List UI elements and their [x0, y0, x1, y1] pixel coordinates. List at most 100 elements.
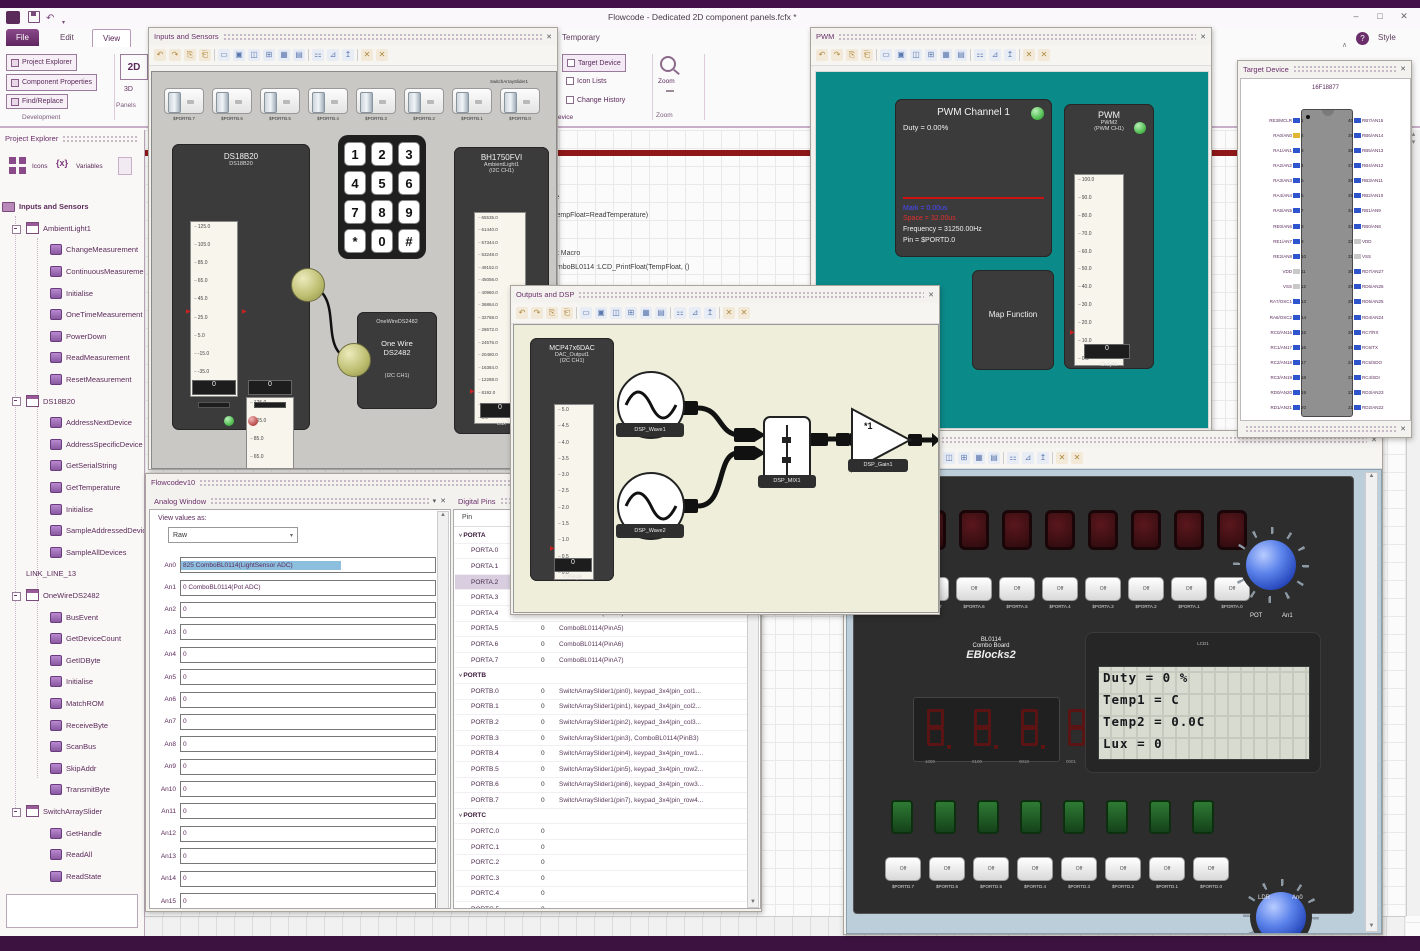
digital-pin-row[interactable]: PORTA.7 0 ComboBL0114(PinA7) — [455, 653, 747, 669]
toolbar-icon[interactable]: ⚏ — [674, 307, 686, 319]
wire-connector[interactable] — [291, 268, 325, 302]
tree-item[interactable]: Initialise — [2, 498, 144, 520]
zoom-icon[interactable] — [660, 56, 676, 72]
off-button[interactable]: Off — [1061, 857, 1097, 881]
analog-value-input[interactable]: 0 — [180, 758, 436, 775]
chip-pin[interactable]: VSS 12 — [1241, 282, 1311, 292]
toolbar-icon[interactable]: ⎘ — [184, 49, 196, 61]
tree-item[interactable]: ReadAll — [2, 844, 144, 866]
icon-lists-toggle[interactable]: Icon Lists — [566, 77, 607, 85]
chip-pin[interactable]: 39 RB6/AN14 — [1343, 130, 1413, 140]
pwm-window-titlebar[interactable]: PWM — [811, 28, 1211, 45]
toolbar-icon[interactable]: ▦ — [973, 452, 985, 464]
project-explorer-button[interactable]: Project Explorer — [6, 54, 77, 71]
green-button[interactable] — [934, 800, 956, 834]
chip-pin[interactable]: RA4/AN4 6 — [1241, 191, 1311, 201]
chip-pin[interactable]: 33 RB0/AN8 — [1343, 221, 1413, 231]
toolbar-icon[interactable]: ▤ — [293, 49, 305, 61]
chip-pin[interactable]: 34 RB1/AN9 — [1343, 206, 1413, 216]
toolbar-icon[interactable]: ✕ — [738, 307, 750, 319]
icon-lists-checkbox[interactable] — [566, 77, 574, 85]
chip-pin[interactable]: RC0/AN16 15 — [1241, 327, 1311, 337]
toolbar-icon[interactable]: ↥ — [1037, 452, 1049, 464]
green-button[interactable] — [891, 800, 913, 834]
tree-item[interactable]: SwitchArraySlider — [2, 801, 144, 823]
digital-pin-row[interactable]: PORTB.7 0 SwitchArraySlider1(pin7), keypad… — [455, 793, 747, 809]
chip-pin[interactable]: 38 RB5/AN13 — [1343, 145, 1413, 155]
toolbar-icon[interactable]: ⚏ — [312, 49, 324, 61]
digital-pin-row[interactable]: PORTC.4 0 — [455, 887, 747, 903]
toolbar-icon[interactable]: ✕ — [1023, 49, 1035, 61]
off-button[interactable]: Off — [1017, 857, 1053, 881]
tree-item[interactable]: Initialise — [2, 671, 144, 693]
close-icon[interactable] — [928, 291, 934, 299]
off-button[interactable]: Off — [956, 577, 992, 601]
toolbar-icon[interactable]: ⎘ — [846, 49, 858, 61]
toolbar-icon[interactable]: ⎘ — [546, 307, 558, 319]
toolbar-icon[interactable]: ▤ — [955, 49, 967, 61]
pwm-slider-scale[interactable]: 100.090.080.070.060.050.040.030.020.010.… — [1074, 174, 1124, 366]
tree-item[interactable]: ReadMeasurement — [2, 347, 144, 369]
chip-pin[interactable]: RD1/AN21 20 — [1241, 403, 1311, 413]
analog-value-input[interactable]: 0 — [180, 893, 436, 908]
green-button[interactable] — [1063, 800, 1085, 834]
toolbar-icon[interactable]: ▦ — [278, 49, 290, 61]
toolbar-icon[interactable]: ⚏ — [1007, 452, 1019, 464]
toolbar-icon[interactable]: ✕ — [361, 49, 373, 61]
app-icon[interactable] — [6, 11, 20, 24]
target-window-titlebar[interactable]: Target Device — [1238, 61, 1411, 77]
chip-pin[interactable]: RA6/OSC2 14 — [1241, 312, 1311, 322]
green-button[interactable] — [977, 800, 999, 834]
toolbar-icon[interactable]: ⎗ — [861, 49, 873, 61]
tree-item[interactable]: Initialise — [2, 282, 144, 304]
off-button[interactable]: Off — [1105, 857, 1141, 881]
analog-window-titlebar[interactable]: Analog Window — [149, 493, 451, 509]
digital-pin-row[interactable]: PORTC.3 0 — [455, 871, 747, 887]
off-button[interactable]: Off — [1128, 577, 1164, 601]
analog-value-input[interactable]: 0 ComboBL0114(Pot ADC) — [180, 579, 436, 596]
minimize-button[interactable] — [1348, 11, 1364, 21]
digital-pin-row[interactable]: PORTB.3 0 SwitchArraySlider1(pin3), ComboB… — [455, 731, 747, 747]
tree-item[interactable]: PowerDown — [2, 326, 144, 348]
digital-pin-row[interactable]: PORTA.5 0 ComboBL0114(PinA5) — [455, 622, 747, 638]
digital-pin-row[interactable]: PORTB.4 0 SwitchArraySlider1(pin4), keypad… — [455, 746, 747, 762]
chip-pin[interactable]: RD0/AN20 19 — [1241, 388, 1311, 398]
inputs-panel-canvas[interactable]: SwitchArraySlider1 $PORTB.7 $PORTB.6 $PORT… — [151, 71, 557, 469]
toolbar-icon[interactable] — [1052, 452, 1053, 464]
chip-pin[interactable]: 40 RB7/AN15 — [1343, 115, 1413, 125]
tree-item[interactable]: GetHandle — [2, 822, 144, 844]
map-function-box[interactable]: Map Function — [972, 270, 1054, 370]
toolbar-icon[interactable] — [357, 49, 358, 61]
digital-pin-row[interactable]: PORTB.0 0 SwitchArraySlider1(pin0), keypad… — [455, 684, 747, 700]
tree-item[interactable]: GetTemperature — [2, 477, 144, 499]
digital-pin-row[interactable]: PORTC.0 0 — [455, 824, 747, 840]
maximize-button[interactable] — [1372, 11, 1388, 21]
chip-pin[interactable]: 35 RB2/AN10 — [1343, 191, 1413, 201]
change-history-toggle[interactable]: Change History — [566, 96, 625, 104]
dsp-window-titlebar[interactable]: Outputs and DSP — [511, 286, 939, 303]
toolbar-icon[interactable]: ↶ — [154, 49, 166, 61]
tab-view[interactable]: View — [92, 29, 132, 47]
toolbar-icon[interactable]: ↥ — [1004, 49, 1016, 61]
change-history-checkbox[interactable] — [566, 96, 574, 104]
tree-item[interactable]: OneTimeMeasurement — [2, 304, 144, 326]
toolbar-icon[interactable] — [308, 49, 309, 61]
toolbar-icon[interactable]: ↷ — [169, 49, 181, 61]
tree-item[interactable]: GetIDByte — [2, 649, 144, 671]
toolbar-icon[interactable]: ✕ — [1038, 49, 1050, 61]
off-button[interactable]: Off — [1193, 857, 1229, 881]
analog-value-input[interactable]: 0 — [180, 691, 436, 708]
chip-pin[interactable]: 22 RD3/AN23 — [1343, 388, 1413, 398]
toolbar-icon[interactable]: ↥ — [342, 49, 354, 61]
toolbar-icon[interactable] — [970, 49, 971, 61]
chip-pin[interactable]: 28 RD5/AN25 — [1343, 297, 1413, 307]
tab-edit[interactable]: Edit — [50, 29, 84, 46]
board-scrollbar[interactable]: ▲ ▼ — [1365, 472, 1378, 932]
chip-pin[interactable]: RA3/AN3 5 — [1241, 176, 1311, 186]
macros-tab-icon[interactable] — [118, 157, 132, 175]
off-button[interactable]: Off — [999, 577, 1035, 601]
toolbar-icon[interactable]: ⊿ — [1022, 452, 1034, 464]
tree-item[interactable]: GetSerialString — [2, 455, 144, 477]
chip-pin[interactable]: RE0/AN6 8 — [1241, 221, 1311, 231]
analog-scrollbar[interactable]: ▲ — [437, 511, 449, 908]
